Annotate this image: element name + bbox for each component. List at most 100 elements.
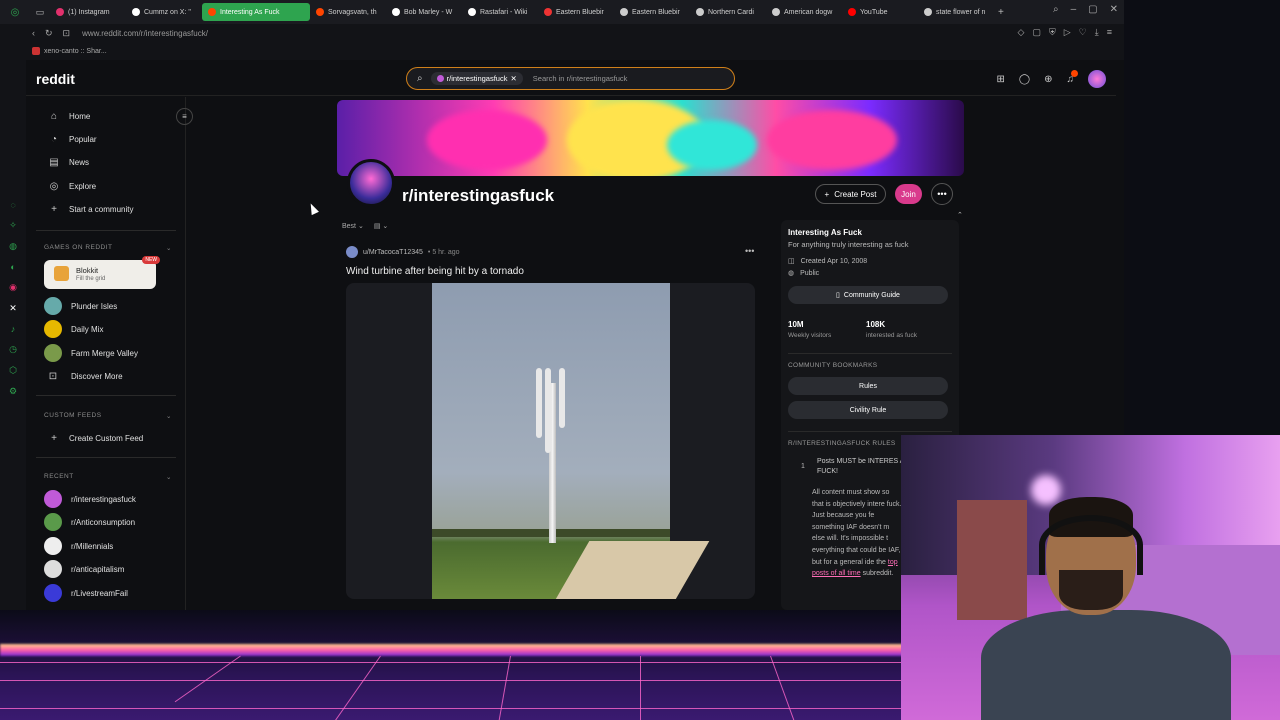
game-card-blokkit[interactable]: Blokkit Fill the grid NEW xyxy=(44,256,160,289)
rule-text: All content must show so that is objecti… xyxy=(812,489,902,566)
download-icon[interactable]: ⤓ xyxy=(1095,27,1099,38)
new-badge: NEW xyxy=(142,256,160,264)
screenshot-icon[interactable]: ▢ xyxy=(1032,27,1041,38)
remove-chip-icon[interactable]: ✕ xyxy=(510,74,516,83)
avatar[interactable] xyxy=(1088,70,1106,88)
search-scope-chip[interactable]: r/interestingasfuck ✕ xyxy=(430,72,523,85)
tab-bob-marley[interactable]: Bob Marley - W xyxy=(386,3,462,21)
bookmark-xeno-canto[interactable]: xeno-canto :: Shar... xyxy=(44,48,107,55)
create-custom-feed[interactable]: + Create Custom Feed xyxy=(48,429,143,447)
recent-interestingasfuck[interactable]: r/interestingasfuck xyxy=(44,490,136,508)
post-media[interactable] xyxy=(346,283,755,599)
tab-x[interactable]: Cummz on X: " xyxy=(126,3,202,21)
x-icon[interactable]: ✕ xyxy=(9,303,17,314)
reddit-logo[interactable]: reddit xyxy=(36,71,75,87)
post-title[interactable]: Wind turbine after being hit by a tornad… xyxy=(346,266,524,277)
games-section-heading[interactable]: GAMES ON REDDIT ⌄ xyxy=(44,244,172,252)
url-field[interactable]: www.reddit.com/r/interestingasfuck/ xyxy=(82,29,208,38)
new-tab-icon[interactable]: + xyxy=(998,7,1004,18)
history-icon[interactable]: ◷ xyxy=(9,344,17,355)
sidebar-item-start-community[interactable]: + Start a community xyxy=(48,200,133,218)
search-tabs-icon[interactable]: ⌕ xyxy=(1053,4,1059,15)
recent-anticonsumption[interactable]: r/Anticonsumption xyxy=(44,513,135,531)
minimize-icon[interactable]: – xyxy=(1071,4,1077,15)
sidebar-item-news[interactable]: ▤ News xyxy=(48,153,89,171)
rules-button[interactable]: Rules xyxy=(788,377,948,395)
shield-icon[interactable]: ⛨ xyxy=(1049,27,1056,38)
sidebar-item-discover-more[interactable]: ⊡ Discover More xyxy=(44,367,123,385)
tab-american-dogwood[interactable]: American dogw xyxy=(766,3,842,21)
maximize-icon[interactable]: ▢ xyxy=(1088,4,1097,15)
settings-icon[interactable]: ⚙ xyxy=(9,386,17,397)
post-options-icon[interactable]: ••• xyxy=(745,246,754,256)
subreddit-icon xyxy=(44,560,62,578)
tab-youtube[interactable]: YouTube xyxy=(842,3,918,21)
recent-millennials[interactable]: r/Millennials xyxy=(44,537,113,555)
sidebar-item-farm-merge-valley[interactable]: Farm Merge Valley xyxy=(44,344,138,362)
view-dropdown[interactable]: ▤ ⌄ xyxy=(374,222,388,230)
back-icon[interactable]: ‹ xyxy=(32,28,35,39)
tab-instagram[interactable]: (1) Instagram xyxy=(50,3,126,21)
messenger-icon[interactable]: ◐ xyxy=(10,262,15,272)
recent-heading[interactable]: RECENT ⌄ xyxy=(44,473,172,481)
assistant-icon[interactable]: ✧ xyxy=(9,220,17,231)
sidebar-item-explore[interactable]: ◎ Explore xyxy=(48,177,97,195)
tab-state-flower[interactable]: state flower of n xyxy=(918,3,994,21)
sidebar-toggle-icon[interactable]: ▭ xyxy=(30,7,50,18)
sidebar-item-label: r/interestingasfuck xyxy=(71,494,136,504)
chat-icon[interactable]: ◯ xyxy=(1019,74,1030,85)
search-input[interactable]: ⌕ r/interestingasfuck ✕ Search in r/inte… xyxy=(406,67,735,90)
community-guide-button[interactable]: ▯ Community Guide xyxy=(788,286,948,304)
tab-label: YouTube xyxy=(860,8,888,16)
sidebar-item-popular[interactable]: ◔ Popular xyxy=(48,130,97,148)
tab-northern-cardinal[interactable]: Northern Cardi xyxy=(690,3,766,21)
chatgpt-icon[interactable]: ◌ xyxy=(10,200,15,210)
extensions-icon[interactable]: ⬡ xyxy=(9,365,17,376)
heart-icon[interactable]: ♡ xyxy=(1079,27,1087,38)
close-icon[interactable]: ✕ xyxy=(1110,4,1118,15)
author-avatar[interactable] xyxy=(346,246,358,258)
tab-label: Eastern Bluebir xyxy=(632,8,680,16)
create-icon[interactable]: ⊕ xyxy=(1044,74,1052,85)
collapse-sidebar-button[interactable]: ≡ xyxy=(176,108,193,125)
sidebar-item-label: Plunder Isles xyxy=(71,301,118,311)
sidebar-item-plunder-isles[interactable]: Plunder Isles xyxy=(44,297,117,315)
more-options-button[interactable]: ••• xyxy=(931,183,953,205)
reload-icon[interactable]: ↻ xyxy=(45,28,53,39)
webcam-overlay xyxy=(901,435,1280,720)
tab-label: Northern Cardi xyxy=(708,8,754,16)
tab-eastern-bluebird-1[interactable]: Eastern Bluebir xyxy=(538,3,614,21)
notifications-icon[interactable]: ♫ xyxy=(1067,69,1078,85)
extension-icon[interactable]: ◇ xyxy=(1018,27,1025,38)
subreddit-title: r/interestingasfuck xyxy=(402,186,555,205)
address-bar-row: ‹ ↻ ⊡ www.reddit.com/r/interestingasfuck… xyxy=(0,24,1124,42)
advertise-icon[interactable]: ⊞ xyxy=(997,74,1005,85)
civility-rule-button[interactable]: Civility Rule xyxy=(788,401,948,419)
browser-logo-icon[interactable]: ◎ xyxy=(0,7,30,18)
sort-dropdown[interactable]: Best ⌄ xyxy=(342,222,364,230)
post-author[interactable]: u/MrTacocaT12345 xyxy=(363,249,423,256)
music-icon[interactable]: ♪ xyxy=(11,324,16,334)
grid-line xyxy=(640,656,641,720)
sidebar-item-home[interactable]: ⌂ Home xyxy=(48,107,90,125)
join-button[interactable]: Join xyxy=(895,184,922,204)
recent-livestreamfail[interactable]: r/LivestreamFail xyxy=(44,584,128,602)
instagram-icon xyxy=(56,8,64,16)
chevron-up-icon[interactable]: ⌃ xyxy=(957,211,963,219)
sidebar-item-daily-mix[interactable]: Daily Mix xyxy=(44,320,103,338)
create-post-button[interactable]: + Create Post xyxy=(815,184,886,204)
tab-interesting[interactable]: Interesting As Fuck xyxy=(202,3,310,21)
site-info-icon[interactable]: ⊡ xyxy=(63,28,71,39)
divider xyxy=(788,353,952,354)
menu-icon[interactable]: ≡ xyxy=(1107,27,1112,38)
tab-rastafari[interactable]: Rastafari - Wiki xyxy=(462,3,538,21)
recent-anticapitalism[interactable]: r/anticapitalism xyxy=(44,560,124,578)
tab-sorvagsvatn[interactable]: Sorvagsvatn, th xyxy=(310,3,386,21)
play-icon[interactable]: ▷ xyxy=(1064,27,1071,38)
custom-feeds-heading[interactable]: CUSTOM FEEDS ⌄ xyxy=(44,412,172,420)
game-title: Blokkit xyxy=(76,266,99,275)
whatsapp-icon[interactable]: ◍ xyxy=(9,241,17,252)
section-heading-label: GAMES ON REDDIT xyxy=(44,244,113,251)
instagram-icon[interactable]: ◉ xyxy=(9,282,17,293)
tab-eastern-bluebird-2[interactable]: Eastern Bluebir xyxy=(614,3,690,21)
